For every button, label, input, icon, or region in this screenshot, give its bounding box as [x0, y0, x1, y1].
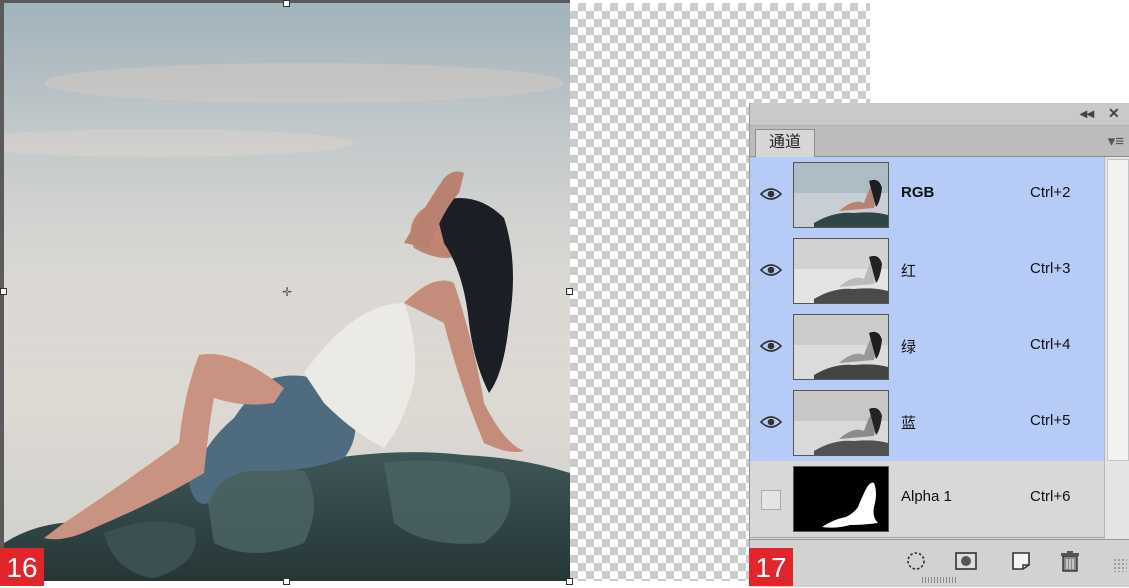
- eye-icon: [760, 416, 782, 428]
- channel-shortcut: Ctrl+5: [1030, 412, 1071, 429]
- visibility-toggle[interactable]: [750, 461, 790, 537]
- collapse-panel-button[interactable]: ◂◂: [1080, 105, 1094, 122]
- eye-icon: [760, 188, 782, 200]
- transform-handle-bottom[interactable]: [283, 578, 290, 585]
- save-selection-icon[interactable]: [954, 550, 978, 572]
- trash-icon[interactable]: [1058, 550, 1082, 572]
- photo-image: ✛: [4, 3, 570, 581]
- channel-row-rgb[interactable]: RGB Ctrl+2: [750, 157, 1104, 234]
- scrollbar-thumb[interactable]: [1107, 159, 1129, 461]
- tab-channels[interactable]: 通道: [755, 129, 815, 157]
- channel-row-red[interactable]: 红 Ctrl+3: [750, 233, 1104, 310]
- step-badge-17: 17: [749, 548, 793, 586]
- eye-icon: [760, 340, 782, 352]
- visibility-toggle[interactable]: [750, 157, 790, 233]
- panel-title-bar: ◂◂ ✕: [750, 103, 1129, 126]
- panel-menu-icon[interactable]: ▾≡: [1108, 132, 1124, 150]
- channel-name: RGB: [901, 184, 935, 201]
- channel-thumbnail: [793, 390, 889, 456]
- center-crosshair-icon: ✛: [282, 285, 293, 299]
- load-selection-icon[interactable]: [904, 550, 928, 572]
- channel-thumbnail: [793, 162, 889, 228]
- transform-handle-top[interactable]: [283, 0, 290, 7]
- channel-thumbnail: [793, 466, 889, 532]
- channel-list-scrollbar[interactable]: [1104, 157, 1129, 539]
- channel-row-green[interactable]: 绿 Ctrl+4: [750, 309, 1104, 386]
- transform-handle-left[interactable]: [0, 288, 7, 295]
- visibility-toggle[interactable]: [750, 233, 790, 309]
- channel-name: 蓝: [901, 415, 917, 432]
- channel-name: Alpha 1: [901, 488, 952, 505]
- channel-shortcut: Ctrl+4: [1030, 336, 1071, 353]
- channel-name: 红: [901, 263, 917, 280]
- channel-name: 绿: [901, 339, 917, 356]
- document-canvas[interactable]: ✛ 16: [0, 0, 872, 586]
- panel-resize-grip[interactable]: [1113, 558, 1127, 572]
- channel-list: RGB Ctrl+2 红 Ctrl+3 绿 Ctrl+4 蓝 Ctrl+5 Al…: [750, 157, 1104, 539]
- step-badge-16: 16: [0, 548, 44, 586]
- channel-thumbnail: [793, 238, 889, 304]
- channel-row-blue[interactable]: 蓝 Ctrl+5: [750, 385, 1104, 462]
- channel-shortcut: Ctrl+3: [1030, 260, 1071, 277]
- channel-thumbnail: [793, 314, 889, 380]
- panel-bottom-toolbar: [750, 539, 1129, 587]
- panel-tab-row: 通道 ▾≡: [750, 126, 1129, 157]
- channel-shortcut: Ctrl+2: [1030, 184, 1071, 201]
- visibility-empty-box[interactable]: [761, 490, 781, 510]
- channel-shortcut: Ctrl+6: [1030, 488, 1071, 505]
- panel-drag-grip[interactable]: [922, 577, 958, 583]
- transform-handle-bottom-right[interactable]: [566, 578, 573, 585]
- eye-icon: [760, 264, 782, 276]
- close-panel-button[interactable]: ✕: [1108, 105, 1120, 122]
- visibility-toggle[interactable]: [750, 385, 790, 461]
- transform-handle-right[interactable]: [566, 288, 573, 295]
- new-channel-icon[interactable]: [1009, 550, 1033, 572]
- visibility-toggle[interactable]: [750, 309, 790, 385]
- channel-row-alpha-1[interactable]: Alpha 1 Ctrl+6: [750, 461, 1104, 538]
- channels-panel: ◂◂ ✕ 通道 ▾≡ RGB Ctrl+2 红 Ctrl+3 绿 Ctrl+4 …: [749, 103, 1129, 587]
